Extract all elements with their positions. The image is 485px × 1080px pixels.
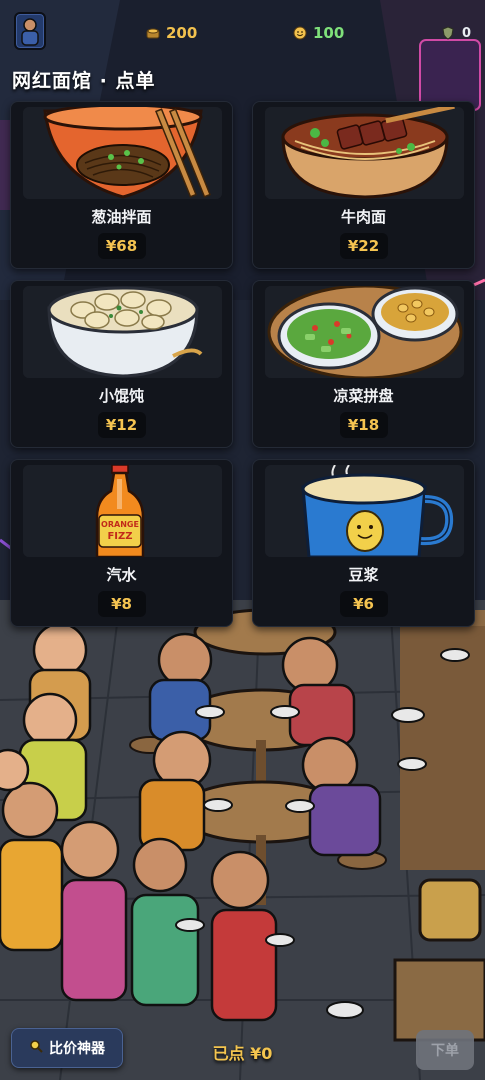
order-total: 已点 ¥0: [212, 1044, 273, 1063]
menu-grid: 葱油拌面 ¥68 牛肉面 ¥22 小馄饨 ¥12 凉菜拼盘 ¥18 ORANGE…: [10, 101, 475, 627]
player-avatar[interactable]: [14, 12, 46, 50]
shield-icon: [442, 26, 456, 40]
menu-item-soy-milk[interactable]: 豆浆 ¥6: [252, 459, 475, 627]
reputation-value: 100: [313, 24, 345, 42]
menu-item-price: ¥18: [339, 412, 388, 438]
menu-item-name: 小馄饨: [98, 387, 144, 405]
menu-item-name: 豆浆: [348, 566, 379, 584]
menu-item-price: ¥8: [97, 591, 146, 617]
menu-item-scallion-oil-noodles[interactable]: 葱油拌面 ¥68: [10, 101, 233, 269]
menu-item-price: ¥6: [339, 591, 388, 617]
money-value: 200: [166, 24, 198, 42]
menu-item-price: ¥12: [97, 412, 146, 438]
shield-value: 0: [462, 25, 472, 41]
menu-item-name: 凉菜拼盘: [333, 387, 394, 405]
scallion-oil-noodles-icon: [23, 107, 222, 199]
coin-stack-icon: [146, 26, 160, 40]
menu-item-beef-noodles[interactable]: 牛肉面 ¥22: [252, 101, 475, 269]
wonton-soup-icon: [23, 286, 222, 378]
cold-dish-platter-icon: [265, 286, 464, 378]
bottle-label-line1: ORANGE: [101, 520, 139, 529]
menu-item-name: 汽水: [106, 566, 137, 584]
top-status-bar: 200 100 0: [0, 0, 485, 62]
menu-item-name: 葱油拌面: [91, 208, 152, 226]
page-title: 网红面馆 · 点单: [12, 70, 156, 92]
submit-order-button[interactable]: 下单: [416, 1030, 474, 1070]
reputation-counter: 100: [293, 22, 344, 44]
smiley-icon: [293, 26, 307, 40]
menu-item-wonton-soup[interactable]: 小馄饨 ¥12: [10, 280, 233, 448]
money-counter: 200: [146, 22, 197, 44]
soy-milk-mug-icon: [265, 465, 464, 557]
shield-counter: 0: [442, 22, 471, 44]
menu-item-price: ¥22: [339, 233, 388, 259]
bottle-label-line2: FIZZ: [107, 531, 132, 542]
soda-bottle-icon: ORANGE FIZZ: [23, 465, 222, 557]
menu-item-name: 牛肉面: [340, 208, 386, 226]
menu-item-soda[interactable]: ORANGE FIZZ 汽水 ¥8: [10, 459, 233, 627]
menu-item-cold-dish-platter[interactable]: 凉菜拼盘 ¥18: [252, 280, 475, 448]
beef-noodles-icon: [265, 107, 464, 199]
menu-item-price: ¥68: [97, 233, 146, 259]
